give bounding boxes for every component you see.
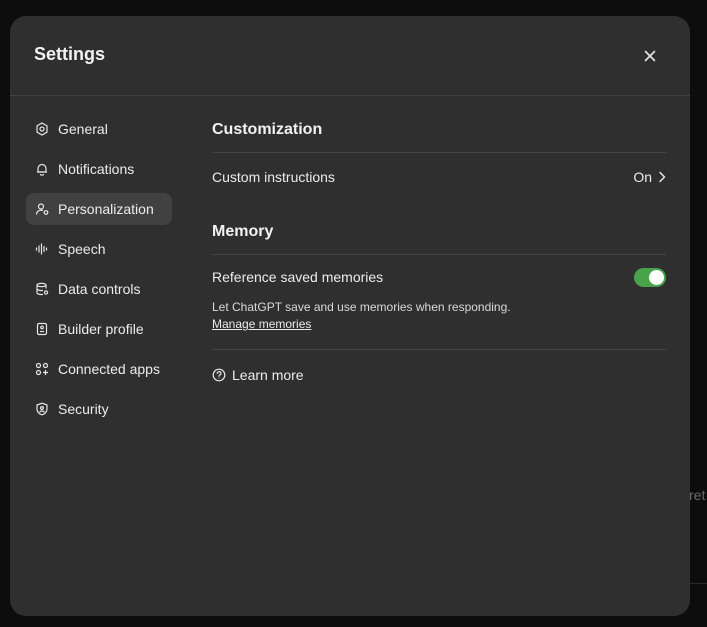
personalization-panel: Customization Custom instructions On Mem…: [212, 113, 666, 387]
modal-title: Settings: [34, 44, 106, 64]
waveform-icon: [35, 242, 49, 256]
sidebar-item-builder-profile[interactable]: Builder profile: [26, 313, 172, 345]
sidebar-item-personalization[interactable]: Personalization: [26, 193, 172, 225]
reference-memories-toggle[interactable]: [634, 267, 666, 287]
close-icon: [644, 50, 656, 62]
sidebar-item-label: Data controls: [58, 281, 141, 297]
modal-header: Settings: [10, 16, 690, 96]
sidebar-item-label: Security: [58, 401, 109, 417]
database-icon: [35, 282, 49, 296]
section-divider: [212, 349, 666, 350]
background-divider: [689, 583, 707, 584]
shield-icon: [35, 402, 49, 416]
custom-instructions-row[interactable]: Custom instructions On: [212, 153, 666, 201]
background-partial-text: ret: [689, 487, 706, 503]
gear-icon: [35, 122, 49, 136]
apps-grid-icon: [35, 362, 49, 376]
id-card-icon: [35, 322, 49, 336]
sidebar-item-label: Notifications: [58, 161, 135, 177]
sidebar-item-label: Connected apps: [58, 361, 160, 377]
custom-instructions-status: On: [633, 169, 652, 185]
reference-memories-row: Reference saved memories: [212, 255, 666, 299]
reference-memories-label: Reference saved memories: [212, 269, 384, 285]
learn-more-link[interactable]: Learn more: [212, 367, 304, 383]
learn-more-label: Learn more: [232, 367, 304, 383]
memory-description: Let ChatGPT save and use memories when r…: [212, 300, 511, 314]
person-icon: [35, 202, 49, 216]
sidebar-item-security[interactable]: Security: [26, 393, 172, 425]
manage-memories-link[interactable]: Manage memories: [212, 316, 311, 332]
bell-icon: [35, 162, 49, 176]
sidebar-item-data-controls[interactable]: Data controls: [26, 273, 172, 305]
close-button[interactable]: [636, 42, 664, 70]
sidebar-item-label: Personalization: [58, 201, 154, 217]
sidebar-item-label: Speech: [58, 241, 106, 257]
settings-sidebar: General Notifications Personalization Sp…: [26, 113, 172, 433]
chevron-right-icon: [659, 171, 666, 183]
sidebar-item-connected-apps[interactable]: Connected apps: [26, 353, 172, 385]
memory-heading: Memory: [212, 215, 666, 255]
sidebar-item-speech[interactable]: Speech: [26, 233, 172, 265]
sidebar-item-label: General: [58, 121, 108, 137]
sidebar-item-general[interactable]: General: [26, 113, 172, 145]
customization-heading: Customization: [212, 113, 666, 153]
custom-instructions-label: Custom instructions: [212, 169, 335, 185]
custom-instructions-open[interactable]: On: [633, 169, 666, 185]
toggle-knob: [649, 269, 664, 285]
sidebar-item-label: Builder profile: [58, 321, 144, 337]
settings-modal: Settings General Notifications Personali…: [10, 16, 690, 616]
sidebar-item-notifications[interactable]: Notifications: [26, 153, 172, 185]
help-circle-icon: [212, 368, 226, 382]
